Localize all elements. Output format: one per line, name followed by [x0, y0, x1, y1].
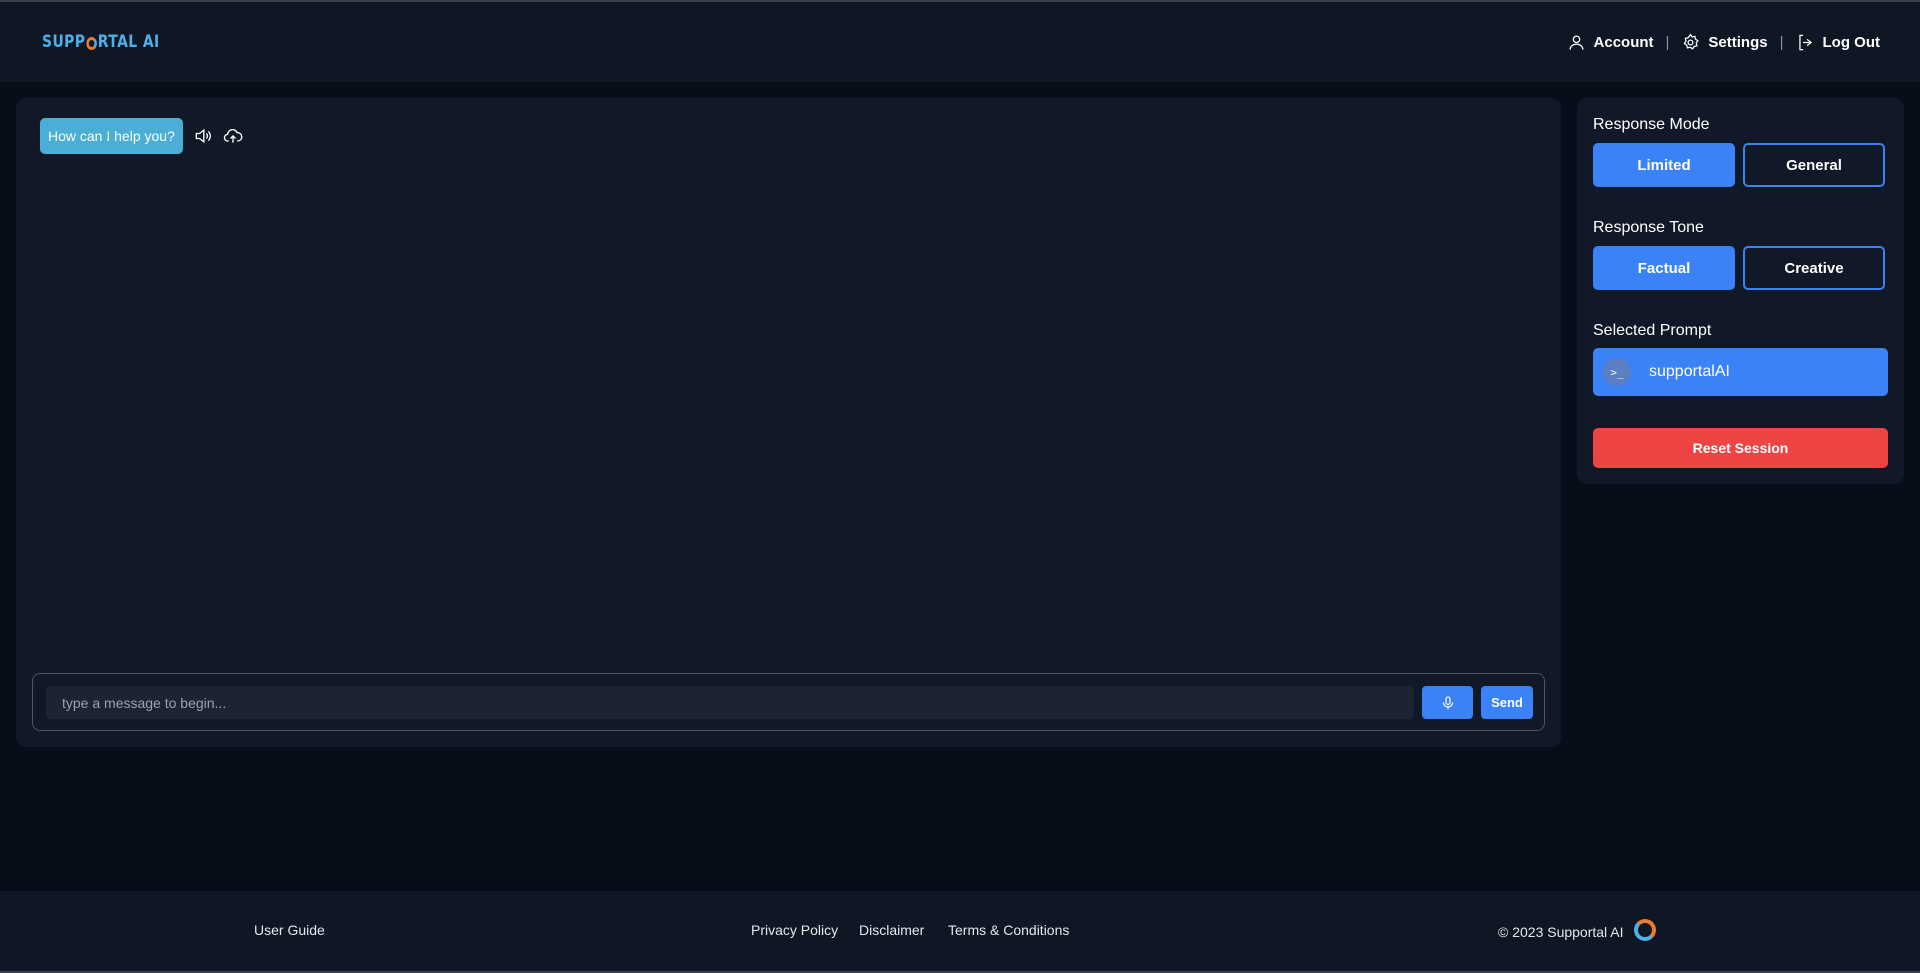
logo-text-end: RTAL AI — [97, 32, 160, 52]
prompt-selector[interactable]: >_ supportalAI — [1593, 348, 1888, 396]
account-link[interactable]: Account — [1567, 33, 1654, 52]
tone-factual-button[interactable]: Factual — [1593, 246, 1735, 290]
app-header: SUPP RTAL AI Account | Settings | Log Out — [0, 2, 1920, 82]
reset-session-button[interactable]: Reset Session — [1593, 428, 1888, 468]
brand-logo[interactable]: SUPP RTAL AI — [42, 32, 160, 52]
tone-creative-button[interactable]: Creative — [1743, 246, 1885, 290]
assistant-message: How can I help you? — [40, 118, 243, 154]
mode-general-button[interactable]: General — [1743, 143, 1885, 187]
user-icon — [1569, 35, 1583, 50]
response-mode-group: Limited General — [1593, 143, 1885, 187]
settings-label: Settings — [1708, 33, 1768, 51]
disclaimer-link[interactable]: Disclaimer — [859, 922, 924, 938]
account-label: Account — [1593, 33, 1654, 51]
app-footer: User Guide Privacy Policy Disclaimer Ter… — [0, 891, 1920, 971]
logo-ring-icon — [86, 36, 97, 50]
upload-cloud-icon[interactable] — [223, 126, 243, 146]
speaker-icon[interactable] — [193, 126, 213, 146]
response-tone-label: Response Tone — [1593, 219, 1704, 236]
message-input[interactable] — [46, 686, 1414, 719]
mode-limited-button[interactable]: Limited — [1593, 143, 1735, 187]
microphone-button[interactable] — [1422, 686, 1473, 719]
settings-link[interactable]: Settings — [1681, 32, 1768, 52]
logout-label: Log Out — [1822, 33, 1880, 51]
response-mode-label: Response Mode — [1593, 116, 1710, 133]
settings-sidebar: Response Mode Limited General Response T… — [1577, 98, 1904, 484]
terminal-icon: >_ — [1603, 358, 1631, 386]
privacy-policy-link[interactable]: Privacy Policy — [751, 922, 838, 938]
message-composer: Send — [32, 673, 1545, 731]
selected-prompt-value: supportalAI — [1649, 363, 1730, 380]
copyright: © 2023 Supportal AI — [1498, 919, 1656, 941]
terms-link[interactable]: Terms & Conditions — [948, 922, 1069, 938]
microphone-icon — [1442, 695, 1453, 709]
message-bubble: How can I help you? — [40, 118, 183, 154]
gear-icon — [1683, 32, 1700, 50]
send-button[interactable]: Send — [1481, 686, 1533, 719]
nav-separator: | — [1779, 33, 1784, 51]
copyright-text: © 2023 Supportal AI — [1498, 923, 1624, 940]
logout-link[interactable]: Log Out — [1796, 33, 1880, 52]
top-nav: Account | Settings | Log Out — [1567, 32, 1880, 52]
logout-icon — [1798, 34, 1812, 50]
nav-separator: | — [1665, 33, 1670, 51]
user-guide-link[interactable]: User Guide — [254, 922, 325, 938]
logo-text-start: SUPP — [42, 32, 86, 52]
chat-panel: How can I help you? Send — [16, 98, 1561, 747]
logo-ring-icon — [1633, 919, 1656, 941]
response-tone-group: Factual Creative — [1593, 246, 1885, 290]
selected-prompt-label: Selected Prompt — [1593, 322, 1712, 339]
